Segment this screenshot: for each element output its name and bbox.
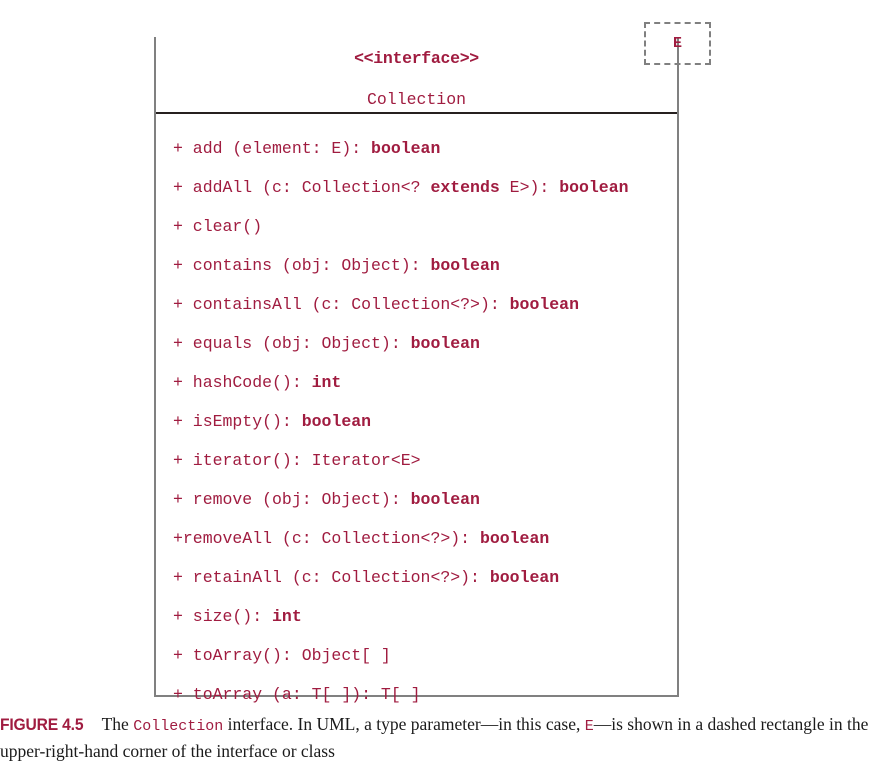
uml-member-list: + add (element: E): boolean + addAll (c:… xyxy=(156,116,677,714)
uml-member-row: + add (element: E): boolean xyxy=(173,139,441,158)
caption-code-collection: Collection xyxy=(133,718,224,735)
type-parameter-box: E xyxy=(644,22,711,65)
uml-member-row: +removeAll (c: Collection<?>): boolean xyxy=(173,529,550,548)
uml-member-row: + addAll (c: Collection<? extends E>): b… xyxy=(173,178,629,197)
caption-text-part2: interface. In UML, a type parameter—in t… xyxy=(223,714,585,734)
type-parameter-label: E xyxy=(672,35,682,52)
uml-class-diagram: <<interface>> Collection + add (element:… xyxy=(0,0,877,706)
figure-caption: FIGURE 4.5 The Collection interface. In U… xyxy=(0,712,877,764)
caption-text-part1: The xyxy=(101,714,134,734)
uml-class-header: <<interface>> Collection xyxy=(156,37,677,114)
uml-member-row: + hashCode(): int xyxy=(173,373,342,392)
uml-member-row: + size(): int xyxy=(173,607,302,626)
uml-member-row: + retainAll (c: Collection<?>): boolean xyxy=(173,568,560,587)
uml-member-row: + containsAll (c: Collection<?>): boolea… xyxy=(173,295,579,314)
uml-stereotype-label: <<interface>> xyxy=(354,49,479,68)
caption-code-e: E xyxy=(584,718,594,735)
uml-class-name: Collection xyxy=(366,90,467,109)
uml-member-row: + remove (obj: Object): boolean xyxy=(173,490,480,509)
uml-member-row: + toArray(): Object[ ] xyxy=(173,646,391,665)
uml-member-row: + toArray (a: T[ ]): T[ ] xyxy=(173,685,421,704)
uml-class-box: <<interface>> Collection + add (element:… xyxy=(154,37,679,704)
uml-member-row: + iterator(): Iterator<E> xyxy=(173,451,421,470)
uml-member-row: + contains (obj: Object): boolean xyxy=(173,256,500,275)
uml-member-row: + equals (obj: Object): boolean xyxy=(173,334,480,353)
figure-number-label: FIGURE 4.5 xyxy=(0,715,84,734)
uml-member-row: + isEmpty(): boolean xyxy=(173,412,372,431)
uml-member-row: + clear() xyxy=(173,217,263,236)
